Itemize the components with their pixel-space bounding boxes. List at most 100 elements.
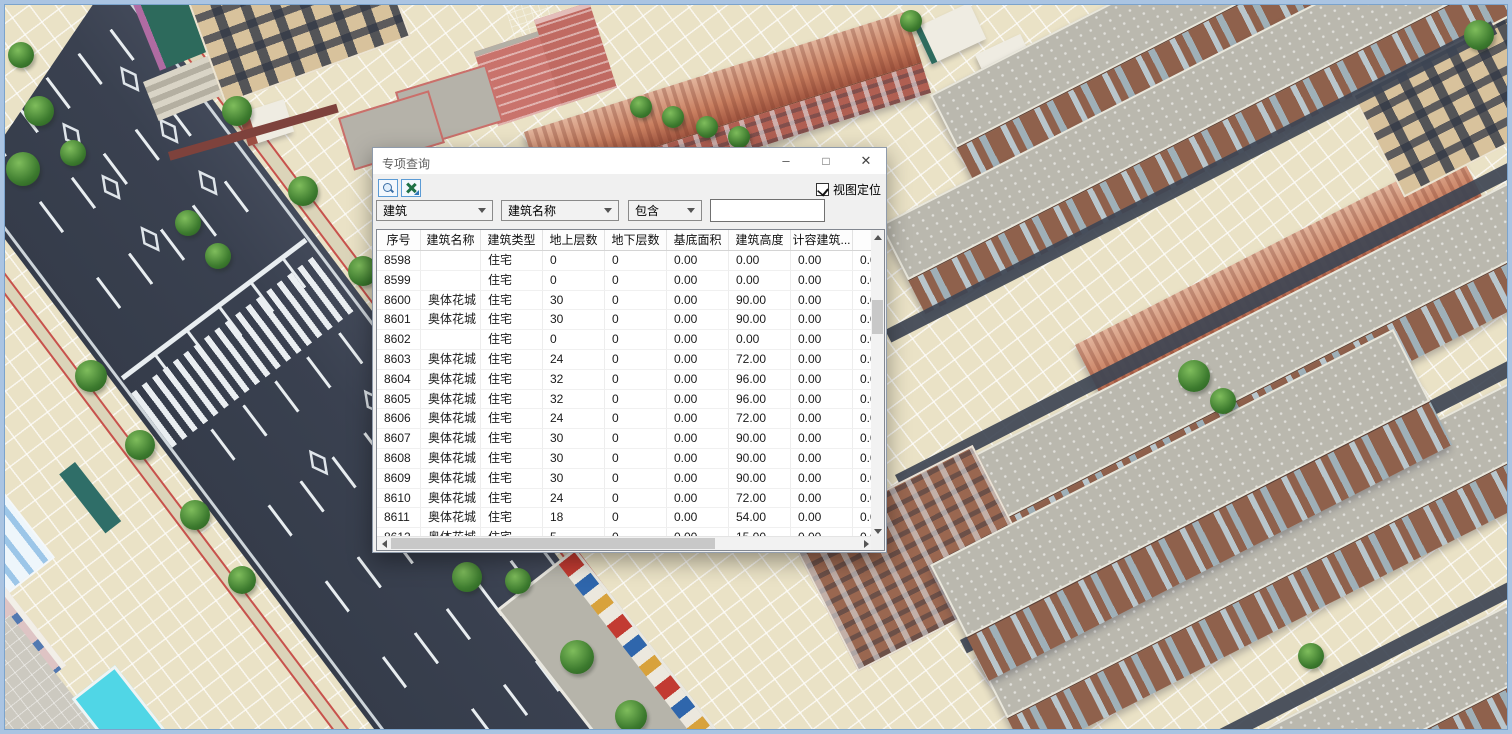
- table-row[interactable]: 8605奥体花城住宅3200.0096.000.000.00: [377, 390, 873, 410]
- column-header[interactable]: 建筑类型: [481, 230, 543, 250]
- table-cell: 0: [605, 271, 667, 291]
- table-cell: 0.00: [791, 508, 853, 528]
- table-cell: 0.00: [667, 409, 729, 429]
- table-cell: 奥体花城: [421, 370, 481, 390]
- hedge: [59, 462, 121, 533]
- scroll-left-arrow[interactable]: [377, 537, 391, 550]
- scrollbar-corner: [871, 536, 884, 550]
- table-cell: 住宅: [481, 429, 543, 449]
- dialog-titlebar[interactable]: 专项查询 – □ ✕: [373, 148, 886, 174]
- table-cell: 96.00: [729, 390, 791, 410]
- table-row[interactable]: 8598住宅000.000.000.000.00: [377, 251, 873, 271]
- table-cell: 0.00: [667, 390, 729, 410]
- table-row[interactable]: 8611奥体花城住宅1800.0054.000.000.00: [377, 508, 873, 528]
- scroll-up-arrow[interactable]: [871, 230, 884, 244]
- tree: [125, 430, 155, 460]
- tree: [1298, 643, 1324, 669]
- horizontal-scrollbar[interactable]: [377, 536, 873, 550]
- table-row[interactable]: 8599住宅000.000.000.000.00: [377, 271, 873, 291]
- tree: [615, 700, 647, 732]
- table-cell: 8599: [377, 271, 421, 291]
- category-dropdown[interactable]: 建筑: [376, 200, 493, 221]
- tree: [8, 42, 34, 68]
- horizontal-scroll-thumb[interactable]: [391, 538, 715, 549]
- column-header[interactable]: 建筑高度: [729, 230, 791, 250]
- table-cell: 0.00: [791, 310, 853, 330]
- table-row[interactable]: 8610奥体花城住宅2400.0072.000.000.00: [377, 489, 873, 509]
- table-row[interactable]: 8601奥体花城住宅3000.0090.000.000.00: [377, 310, 873, 330]
- table-cell: 8603: [377, 350, 421, 370]
- category-value: 建筑: [383, 202, 407, 219]
- table-cell: 8608: [377, 449, 421, 469]
- table-cell: 住宅: [481, 291, 543, 311]
- field-dropdown[interactable]: 建筑名称: [501, 200, 619, 221]
- table-cell: 30: [543, 449, 605, 469]
- tree: [60, 140, 86, 166]
- checkbox-checked-icon[interactable]: [816, 183, 829, 196]
- table-cell: 0: [605, 350, 667, 370]
- table-cell: 0: [605, 251, 667, 271]
- tree: [696, 116, 718, 138]
- vertical-scroll-thumb[interactable]: [872, 300, 883, 334]
- table-cell: 90.00: [729, 469, 791, 489]
- filter-value-input[interactable]: [710, 199, 825, 222]
- table-cell: 90.00: [729, 310, 791, 330]
- tree: [6, 152, 40, 186]
- table-cell: 0.00: [667, 469, 729, 489]
- table-row[interactable]: 8603奥体花城住宅2400.0072.000.000.00: [377, 350, 873, 370]
- table-cell: 0.00: [667, 429, 729, 449]
- table-cell: 0.00: [791, 390, 853, 410]
- search-button[interactable]: [378, 179, 398, 197]
- export-excel-button[interactable]: [401, 179, 421, 197]
- table-cell: 奥体花城: [421, 429, 481, 449]
- table-row[interactable]: 8608奥体花城住宅3000.0090.000.000.00: [377, 449, 873, 469]
- table-cell: 30: [543, 429, 605, 449]
- table-cell: 8611: [377, 508, 421, 528]
- column-header[interactable]: 建: [853, 230, 873, 250]
- operator-dropdown[interactable]: 包含: [628, 200, 702, 221]
- table-cell: 0.00: [791, 469, 853, 489]
- tree: [180, 500, 210, 530]
- table-cell: 8602: [377, 330, 421, 350]
- table-cell: 0.00: [667, 449, 729, 469]
- table-cell: 0: [605, 330, 667, 350]
- table-row[interactable]: 8602住宅000.000.000.000.00: [377, 330, 873, 350]
- table-cell: 0.00: [667, 271, 729, 291]
- lane-diamond: [309, 450, 328, 476]
- operator-value: 包含: [635, 202, 659, 219]
- tree: [1178, 360, 1210, 392]
- close-button[interactable]: ✕: [846, 148, 886, 174]
- table-cell: 90.00: [729, 449, 791, 469]
- table-row[interactable]: 8604奥体花城住宅3200.0096.000.000.00: [377, 370, 873, 390]
- query-dialog: 专项查询 – □ ✕ 视图定位 建筑 建筑名称 包含 序号建筑: [372, 147, 887, 553]
- table-cell: 住宅: [481, 310, 543, 330]
- table-cell: 0: [605, 310, 667, 330]
- table-cell: 奥体花城: [421, 350, 481, 370]
- table-cell: 0: [543, 251, 605, 271]
- chevron-down-icon: [687, 208, 695, 213]
- table-row[interactable]: 8606奥体花城住宅2400.0072.000.000.00: [377, 409, 873, 429]
- table-row[interactable]: 8607奥体花城住宅3000.0090.000.000.00: [377, 429, 873, 449]
- tree: [205, 243, 231, 269]
- column-header[interactable]: 地下层数: [605, 230, 667, 250]
- chevron-down-icon: [478, 208, 486, 213]
- view-locate-checkbox[interactable]: 视图定位: [816, 181, 881, 198]
- tree: [662, 106, 684, 128]
- table-cell: 96.00: [729, 370, 791, 390]
- column-header[interactable]: 基底面积: [667, 230, 729, 250]
- vertical-scrollbar[interactable]: [871, 230, 884, 538]
- column-header[interactable]: 地上层数: [543, 230, 605, 250]
- excel-icon: [405, 182, 417, 194]
- table-cell: 0.00: [729, 251, 791, 271]
- minimize-button[interactable]: –: [766, 148, 806, 174]
- column-header[interactable]: 建筑名称: [421, 230, 481, 250]
- column-header[interactable]: 计容建筑...: [791, 230, 853, 250]
- column-header[interactable]: 序号: [377, 230, 421, 250]
- table-row[interactable]: 8600奥体花城住宅3000.0090.000.000.00: [377, 291, 873, 311]
- table-cell: 奥体花城: [421, 469, 481, 489]
- table-row[interactable]: 8609奥体花城住宅3000.0090.000.000.00: [377, 469, 873, 489]
- table-cell: 奥体花城: [421, 291, 481, 311]
- maximize-button[interactable]: □: [806, 148, 846, 174]
- table-cell: 奥体花城: [421, 489, 481, 509]
- table-cell: 90.00: [729, 291, 791, 311]
